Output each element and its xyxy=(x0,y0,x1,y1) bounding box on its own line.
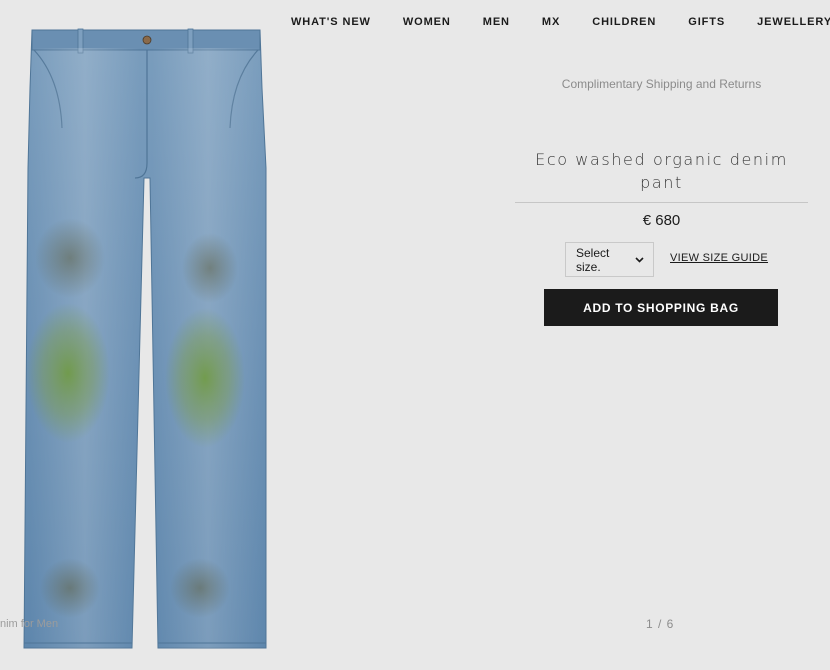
size-select[interactable]: Select size. xyxy=(565,242,654,277)
add-to-bag-button[interactable]: ADD TO SHOPPING BAG xyxy=(544,289,778,326)
size-select-label: Select size. xyxy=(576,245,610,274)
product-info-panel: Complimentary Shipping and Returns Eco w… xyxy=(515,0,808,670)
nav-item-women[interactable]: WOMEN xyxy=(403,16,451,28)
product-price: € 680 xyxy=(642,212,681,229)
nav-item-men[interactable]: MEN xyxy=(483,16,510,28)
nav-item-whats-new[interactable]: WHAT'S NEW xyxy=(291,16,371,28)
product-title: Eco washed organic denim pant xyxy=(535,150,788,192)
image-caption: nim for Men xyxy=(0,618,59,630)
shipping-note[interactable]: Complimentary Shipping and Returns xyxy=(515,77,808,91)
image-pager: 1 / 6 xyxy=(646,617,675,631)
chevron-down-icon xyxy=(635,256,644,263)
title-divider xyxy=(515,202,808,203)
jeans-photo xyxy=(23,28,267,649)
product-image[interactable] xyxy=(0,28,290,658)
size-guide-link[interactable]: VIEW SIZE GUIDE xyxy=(670,252,768,264)
